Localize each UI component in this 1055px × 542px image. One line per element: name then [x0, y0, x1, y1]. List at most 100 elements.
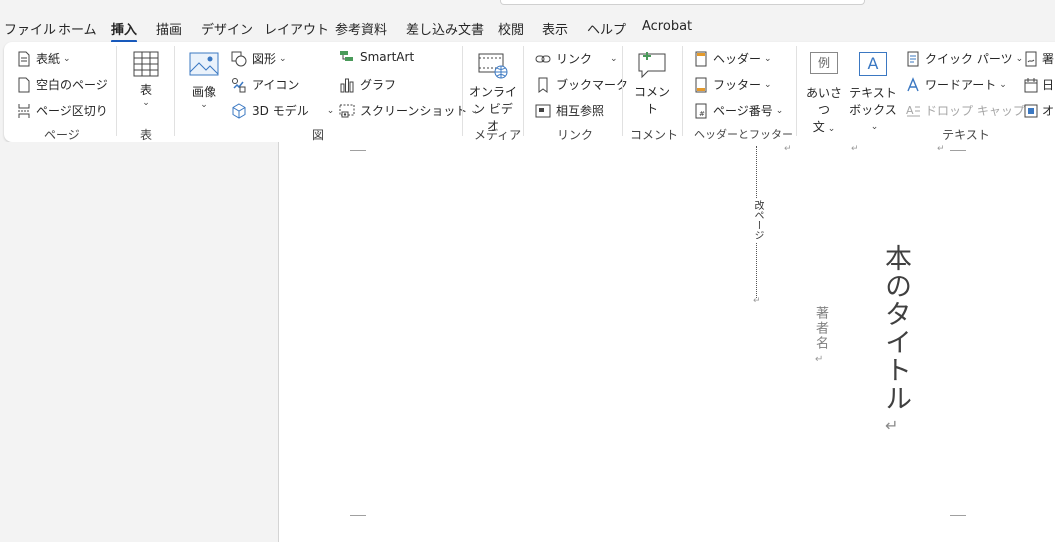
search-box[interactable] [500, 0, 865, 5]
author-name[interactable]: 著者名 [811, 306, 830, 351]
drop-cap-button[interactable]: A ドロップ キャップ⌄ [906, 102, 1035, 119]
object-label: オ [1042, 104, 1055, 118]
divider [682, 46, 683, 136]
wordart-button[interactable]: ワードアート ⌄ [906, 76, 1007, 93]
tab-design[interactable]: デザイン [201, 19, 253, 38]
quick-parts-icon [907, 51, 919, 66]
cross-reference-button[interactable]: 相互参照 [535, 102, 604, 119]
tab-view[interactable]: 表示 [542, 19, 568, 38]
date-time-label: 日 [1042, 78, 1055, 92]
greeting-label-2: 文 [812, 120, 825, 134]
tab-references[interactable]: 参考資料 [335, 19, 387, 38]
screenshot-icon [339, 104, 355, 117]
page-number-button[interactable]: # ページ番号 ⌄ [694, 102, 783, 119]
book-title[interactable]: 本のタイトル [876, 244, 915, 412]
tab-review[interactable]: 校閲 [498, 19, 524, 38]
cross-reference-label: 相互参照 [556, 104, 605, 118]
table-icon [133, 51, 159, 77]
image-button[interactable]: 画像 ⌄ [186, 52, 222, 110]
page-break-icon [18, 103, 30, 118]
chevron-down-icon: ⌄ [775, 105, 784, 116]
signature-label: 署 [1042, 52, 1055, 66]
page-break-label: ページ区切り [36, 104, 108, 118]
screenshot-button[interactable]: スクリーンショット ⌄ [339, 102, 478, 119]
crop-mark [950, 515, 966, 524]
textbox-button[interactable]: A テキスト ボックス ⌄ [848, 52, 898, 132]
wordart-icon [907, 76, 919, 91]
textbox-label-1: テキスト [849, 86, 897, 100]
header-label: ヘッダー [713, 52, 762, 66]
page-break-label: 改ページ [750, 198, 765, 242]
paragraph-mark: ↵ [753, 296, 761, 306]
tab-layout[interactable]: レイアウト [264, 19, 329, 38]
divider [174, 46, 175, 136]
object-icon [1024, 104, 1038, 117]
table-button[interactable]: 表 ⌄ [128, 50, 164, 108]
crop-mark [350, 142, 366, 151]
page-break-button[interactable]: ページ区切り [17, 102, 108, 119]
bookmark-icon [538, 77, 548, 93]
footer-icon [695, 77, 707, 92]
tab-help[interactable]: ヘルプ [587, 19, 626, 38]
icons-button[interactable]: アイコン [231, 76, 299, 93]
blank-page-button[interactable]: 空白のページ [17, 76, 108, 93]
cover-page-button[interactable]: 表紙 ⌄ [17, 50, 71, 67]
crop-mark [950, 142, 966, 151]
smartart-button[interactable]: SmartArt [339, 50, 414, 64]
screenshot-label: スクリーンショット [360, 104, 468, 118]
textbox-label-2: ボックス [849, 103, 897, 117]
paragraph-mark: ↵ [885, 416, 899, 435]
comment-button[interactable]: コメント [630, 50, 674, 117]
group-label-media: メディア [474, 128, 522, 142]
icons-icon [232, 77, 246, 92]
cross-reference-icon [535, 104, 551, 117]
bookmark-button[interactable]: ブックマーク [535, 76, 628, 93]
divider [462, 46, 463, 136]
shapes-button[interactable]: 図形 ⌄ [231, 50, 287, 67]
chevron-down-icon: ⌄ [326, 105, 335, 116]
tab-acrobat[interactable]: Acrobat [642, 19, 692, 34]
bar-chart-icon [340, 78, 354, 92]
document-page[interactable] [278, 142, 1055, 542]
object-button[interactable]: オ [1024, 102, 1054, 119]
cover-page-label: 表紙 [36, 52, 61, 66]
page-number-label: ページ番号 [713, 104, 773, 118]
link-icon [535, 55, 551, 62]
tab-home[interactable]: ホーム [58, 19, 97, 38]
signature-line-button[interactable]: 署 [1024, 50, 1054, 67]
tab-mailings[interactable]: 差し込み文書 [406, 19, 484, 38]
date-time-button[interactable]: 日 [1024, 76, 1054, 93]
paragraph-mark: ↵ [937, 144, 945, 154]
divider [523, 46, 524, 136]
group-label-header-footer: ヘッダーとフッター [694, 128, 793, 141]
drop-cap-icon: A [906, 104, 920, 117]
chevron-down-icon: ⌄ [999, 79, 1007, 90]
3d-model-label: 3D モデル [252, 104, 309, 118]
chevron-down-icon: ⌄ [610, 53, 618, 64]
quick-parts-label: クイック パーツ [925, 52, 1013, 66]
tab-draw[interactable]: 描画 [156, 19, 182, 38]
chart-label: グラフ [360, 78, 397, 92]
greeting-button[interactable]: 例 あいさつ 文 ⌄ [802, 52, 846, 135]
3d-model-button[interactable]: 3D モデル ⌄ [231, 102, 334, 119]
online-video-icon [478, 53, 508, 79]
smartart-icon [340, 51, 353, 61]
chart-button[interactable]: グラフ [339, 76, 396, 93]
chevron-down-icon: ⌄ [63, 53, 71, 64]
group-label-table: 表 [139, 128, 152, 142]
page-number-icon: # [695, 103, 707, 118]
shapes-label: 図形 [252, 52, 277, 66]
chevron-down-icon: ⌄ [827, 124, 836, 134]
tab-insert[interactable]: 挿入 [111, 19, 138, 43]
chevron-down-icon: ⌄ [764, 79, 772, 90]
tab-file[interactable]: ファイル [4, 19, 56, 38]
paragraph-mark: ↵ [851, 144, 859, 154]
footer-button[interactable]: フッター ⌄ [694, 76, 772, 93]
group-label-page: ページ [44, 128, 80, 142]
link-button[interactable]: リンク ⌄ [535, 50, 618, 67]
ribbon-tab-bar: ファイル ホーム 挿入 描画 デザイン レイアウト 参考資料 差し込み文書 校閲… [0, 0, 1055, 44]
quick-parts-button[interactable]: クイック パーツ ⌄ [906, 50, 1023, 67]
online-video-button[interactable]: オンライ ン ビデオ [468, 52, 518, 134]
group-label-links: リンク [557, 128, 594, 142]
header-button[interactable]: ヘッダー ⌄ [694, 50, 772, 67]
